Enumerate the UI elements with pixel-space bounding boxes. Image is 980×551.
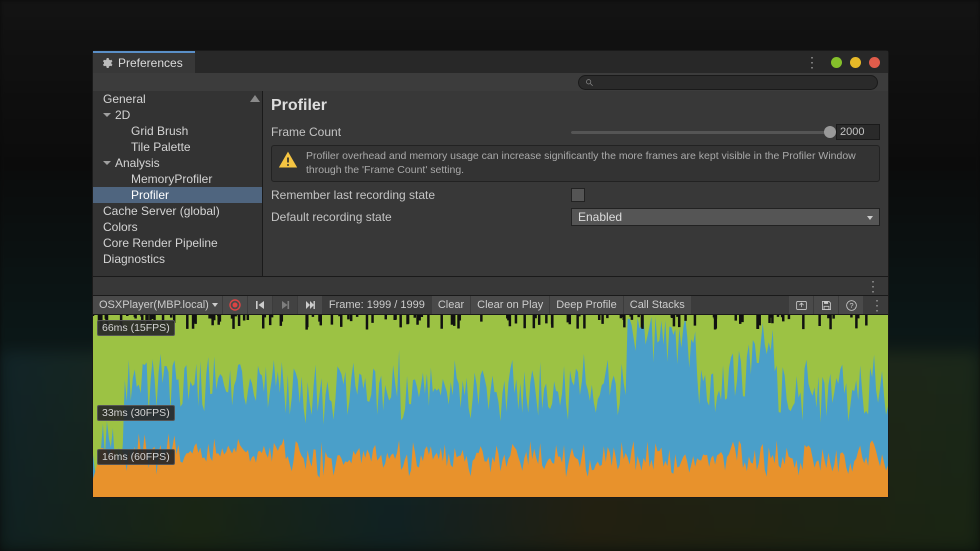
deep-profile-button[interactable]: Deep Profile xyxy=(550,296,623,314)
search-bar xyxy=(93,73,888,91)
profiler-chart[interactable]: 66ms (15FPS) 33ms (30FPS) 16ms (60FPS) xyxy=(93,315,888,497)
sidebar-item-cache-server-global-[interactable]: Cache Server (global) xyxy=(93,203,262,219)
fps-marker: 66ms (15FPS) xyxy=(97,320,175,336)
maximize-button[interactable] xyxy=(850,57,861,68)
remember-state-checkbox[interactable] xyxy=(571,188,585,202)
svg-text:?: ? xyxy=(849,300,853,309)
sidebar-item-label: Diagnostics xyxy=(103,252,165,266)
preferences-sidebar: General 2DGrid Brush Tile Palette Analysis M… xyxy=(93,91,263,276)
current-frame-button[interactable] xyxy=(298,296,322,314)
warning-text: Profiler overhead and memory usage can i… xyxy=(306,150,873,177)
sidebar-item-label: Grid Brush xyxy=(131,124,188,138)
clear-button[interactable]: Clear xyxy=(432,296,470,314)
sidebar-item-analysis[interactable]: Analysis xyxy=(93,155,262,171)
profiler-panel-menu-icon[interactable]: ⋮ xyxy=(860,278,888,295)
load-button[interactable] xyxy=(789,296,813,314)
sidebar-item-label: MemoryProfiler xyxy=(131,172,212,186)
foldout-icon xyxy=(103,161,111,165)
default-state-label: Default recording state xyxy=(271,210,571,224)
target-dropdown[interactable]: OSXPlayer(MBP.local) xyxy=(93,296,222,314)
tab-label: Preferences xyxy=(118,56,183,70)
call-stacks-button[interactable]: Call Stacks xyxy=(624,296,691,314)
profiler-preferences-panel: Profiler Frame Count Profiler overhead a… xyxy=(263,91,888,276)
frame-count-slider[interactable] xyxy=(571,131,830,134)
sidebar-item-tile-palette[interactable]: Tile Palette xyxy=(93,139,262,155)
sidebar-item-label: Profiler xyxy=(131,188,169,202)
window-menu-icon[interactable]: ⋮ xyxy=(799,54,823,71)
record-button[interactable] xyxy=(223,296,247,314)
foldout-icon xyxy=(103,113,111,117)
sidebar-item-label: Analysis xyxy=(115,156,160,170)
search-icon xyxy=(585,78,594,87)
sidebar-item-diagnostics[interactable]: Diagnostics xyxy=(93,251,262,267)
close-button[interactable] xyxy=(869,57,880,68)
sidebar-item-profiler[interactable]: Profiler xyxy=(93,187,262,203)
panel-title: Profiler xyxy=(271,97,880,115)
sidebar-item-grid-brush[interactable]: Grid Brush xyxy=(93,123,262,139)
titlebar: Preferences ⋮ xyxy=(93,51,888,73)
frame-count-label: Frame Count xyxy=(271,125,571,139)
help-button[interactable]: ? xyxy=(839,296,863,314)
warning-box: Profiler overhead and memory usage can i… xyxy=(271,145,880,182)
preferences-window: Preferences ⋮ General 2DGrid Brush Tile Pa… xyxy=(92,50,889,498)
frame-indicator: Frame: 1999 / 1999 xyxy=(323,299,431,311)
frame-count-field[interactable] xyxy=(836,124,880,140)
first-frame-button[interactable] xyxy=(248,296,272,314)
remember-state-label: Remember last recording state xyxy=(271,188,571,202)
gear-icon xyxy=(101,57,113,69)
sidebar-item-label: Core Render Pipeline xyxy=(103,236,218,250)
profiler-toolbar: OSXPlayer(MBP.local) Frame: 1999 / 1999 … xyxy=(93,295,888,315)
sidebar-item-memoryprofiler[interactable]: MemoryProfiler xyxy=(93,171,262,187)
clear-on-play-button[interactable]: Clear on Play xyxy=(471,296,549,314)
prev-frame-button[interactable] xyxy=(273,296,297,314)
sidebar-item-label: Tile Palette xyxy=(131,140,191,154)
sidebar-item-label: 2D xyxy=(115,108,130,122)
default-state-dropdown[interactable]: Enabled xyxy=(571,208,880,226)
fps-marker: 16ms (60FPS) xyxy=(97,449,175,465)
warning-icon xyxy=(278,150,298,170)
sidebar-item-label: Colors xyxy=(103,220,138,234)
sidebar-item-colors[interactable]: Colors xyxy=(93,219,262,235)
search-input[interactable] xyxy=(594,77,877,88)
fps-marker: 33ms (30FPS) xyxy=(97,405,175,421)
sidebar-item-general[interactable]: General xyxy=(93,91,262,107)
minimize-button[interactable] xyxy=(831,57,842,68)
toolbar-menu-icon[interactable]: ⋮ xyxy=(864,297,888,314)
sidebar-item-label: General xyxy=(103,92,146,106)
sidebar-item-label: Cache Server (global) xyxy=(103,204,220,218)
save-button[interactable] xyxy=(814,296,838,314)
sidebar-item-core-render-pipeline[interactable]: Core Render Pipeline xyxy=(93,235,262,251)
scroll-up-icon[interactable] xyxy=(250,95,260,102)
profiler-chart-svg xyxy=(93,315,888,497)
preferences-tab[interactable]: Preferences xyxy=(93,51,195,73)
sidebar-item-2d[interactable]: 2D xyxy=(93,107,262,123)
